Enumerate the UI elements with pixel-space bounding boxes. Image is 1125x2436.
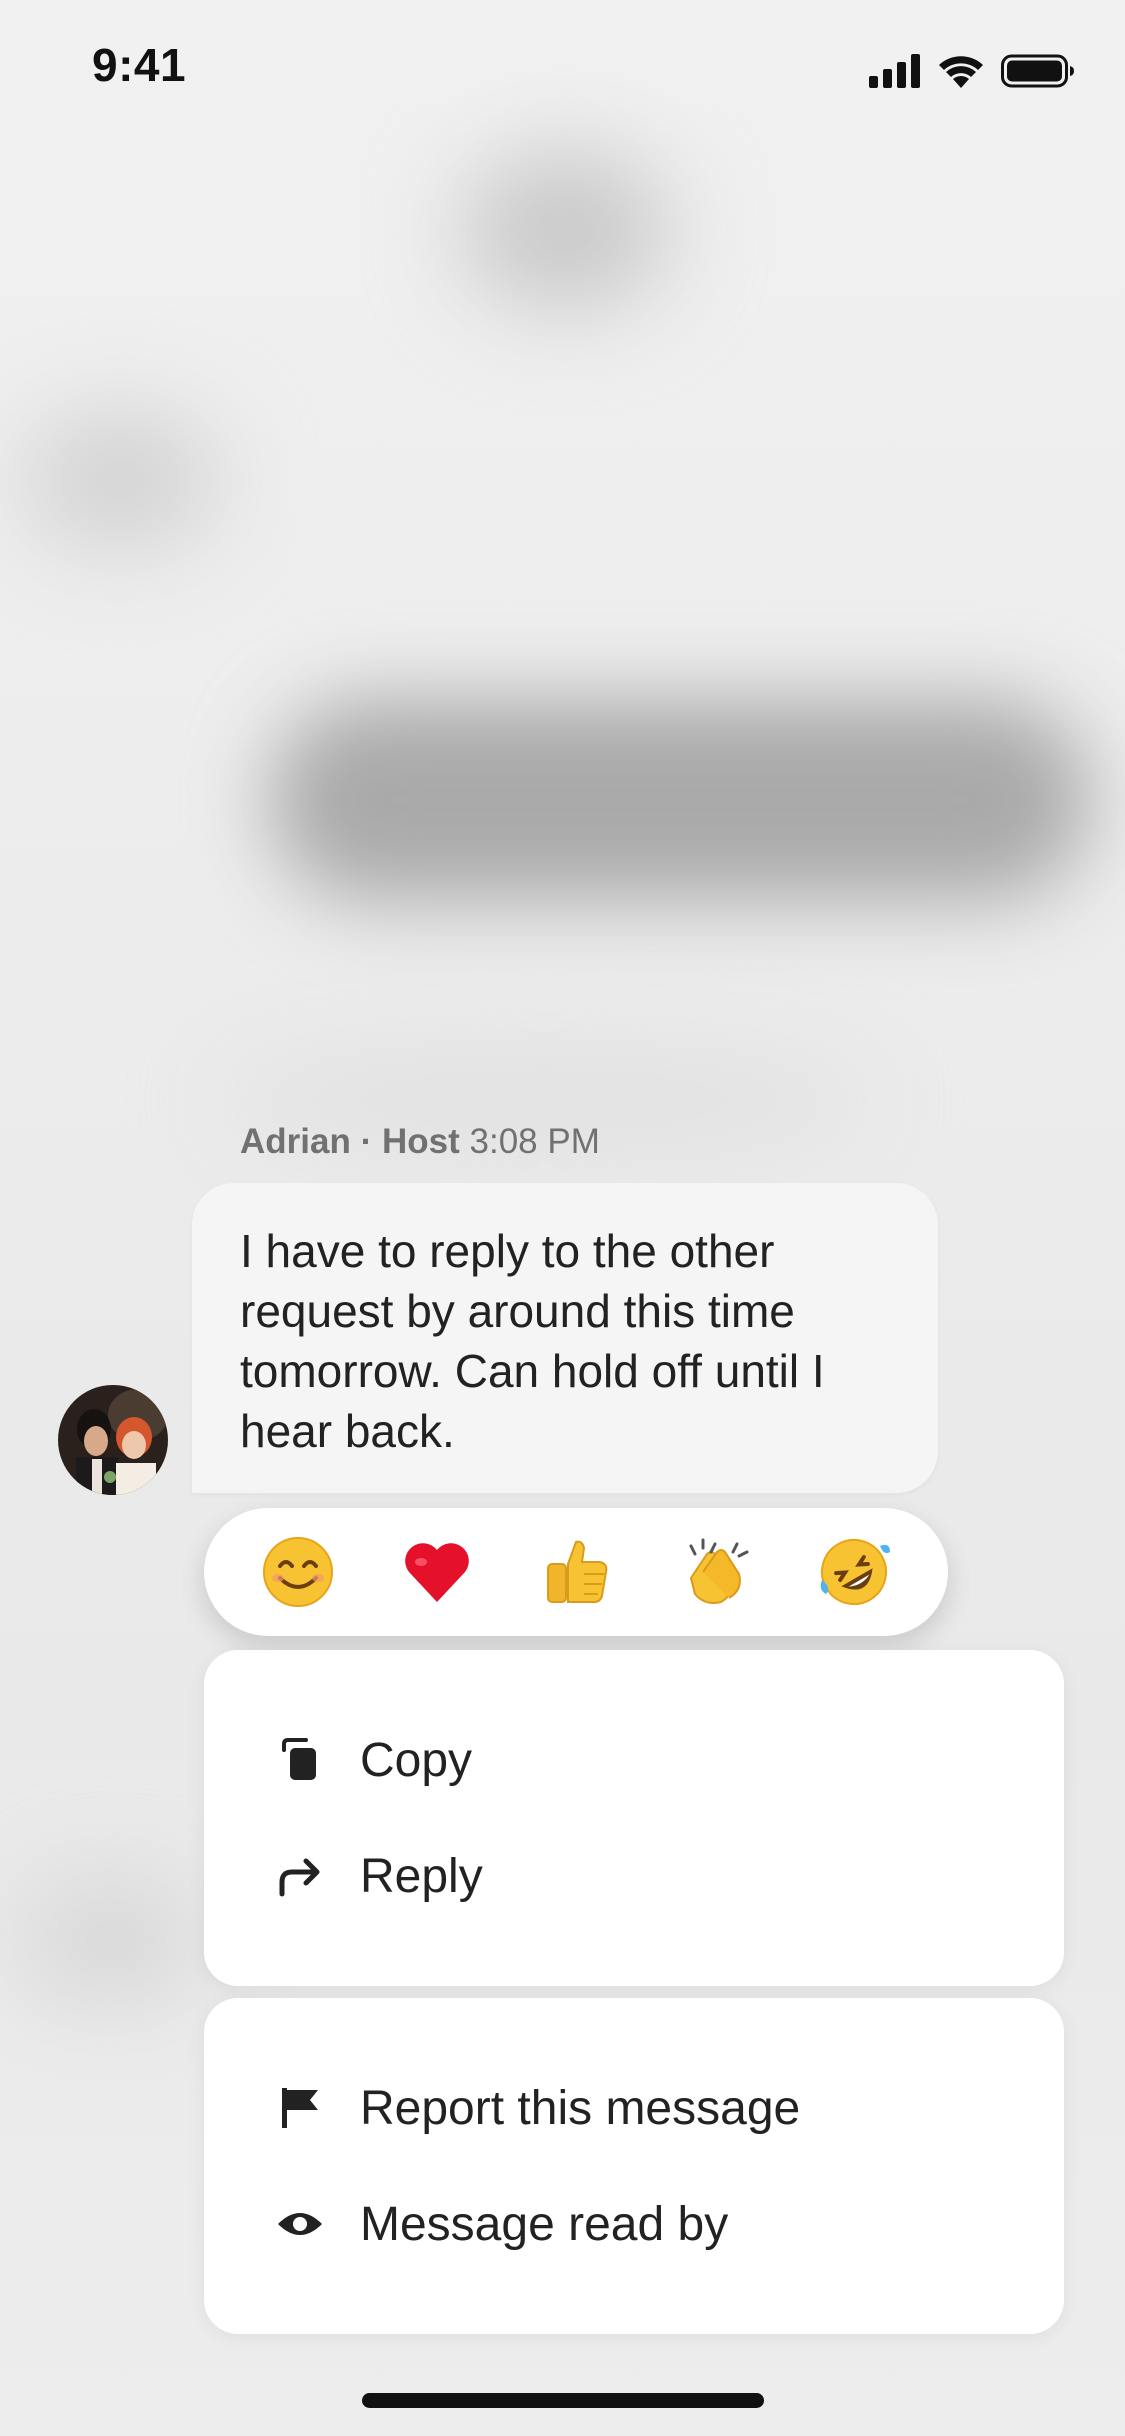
reply-label: Reply	[360, 1849, 483, 1903]
smile-emoji-icon[interactable]	[254, 1528, 342, 1616]
heart-emoji-icon[interactable]	[393, 1528, 481, 1616]
eye-icon	[274, 2198, 326, 2250]
report-message-menu-item[interactable]: Report this message	[204, 2050, 1064, 2166]
message-timestamp: 3:08 PM	[469, 1122, 600, 1161]
clap-emoji-icon[interactable]	[671, 1528, 759, 1616]
message-read-by-menu-item[interactable]: Message read by	[204, 2166, 1064, 2282]
blurred-shape	[20, 1880, 200, 2000]
signal-icon	[869, 54, 920, 88]
status-bar: 9:41	[0, 0, 1125, 140]
battery-icon	[1001, 54, 1074, 88]
report-message-label: Report this message	[360, 2081, 801, 2135]
sender-role: Host	[381, 1122, 460, 1161]
rofl-emoji-icon[interactable]	[810, 1528, 898, 1616]
reply-menu-item[interactable]: Reply	[204, 1818, 1064, 1934]
avatar[interactable]	[58, 1385, 168, 1495]
home-indicator[interactable]	[362, 2393, 764, 2408]
message-bubble[interactable]: I have to reply to the other request by …	[192, 1183, 938, 1493]
status-time: 9:41	[92, 39, 187, 91]
wifi-icon	[939, 56, 983, 88]
message-sender-line: Adrian · Host 3:08 PM	[240, 1122, 600, 1162]
sender-separator: ·	[360, 1122, 373, 1161]
flag-icon	[274, 2082, 326, 2134]
blurred-message-bubble	[270, 700, 1090, 900]
copy-label: Copy	[360, 1733, 473, 1787]
message-actions-menu: Copy Reply	[204, 1650, 1064, 1986]
thumbs-up-emoji-icon[interactable]	[532, 1528, 620, 1616]
sender-name: Adrian	[240, 1122, 351, 1161]
message-secondary-menu: Report this message Message read by	[204, 1998, 1064, 2334]
avatar-photo	[58, 1385, 168, 1495]
reply-arrow-icon	[274, 1850, 326, 1902]
copy-icon	[274, 1734, 326, 1786]
message-read-by-label: Message read by	[360, 2197, 729, 2251]
blurred-shape	[460, 150, 670, 310]
copy-menu-item[interactable]: Copy	[204, 1702, 1064, 1818]
status-icons	[869, 52, 1075, 88]
blurred-shape	[20, 410, 220, 550]
reaction-bar	[204, 1508, 948, 1636]
